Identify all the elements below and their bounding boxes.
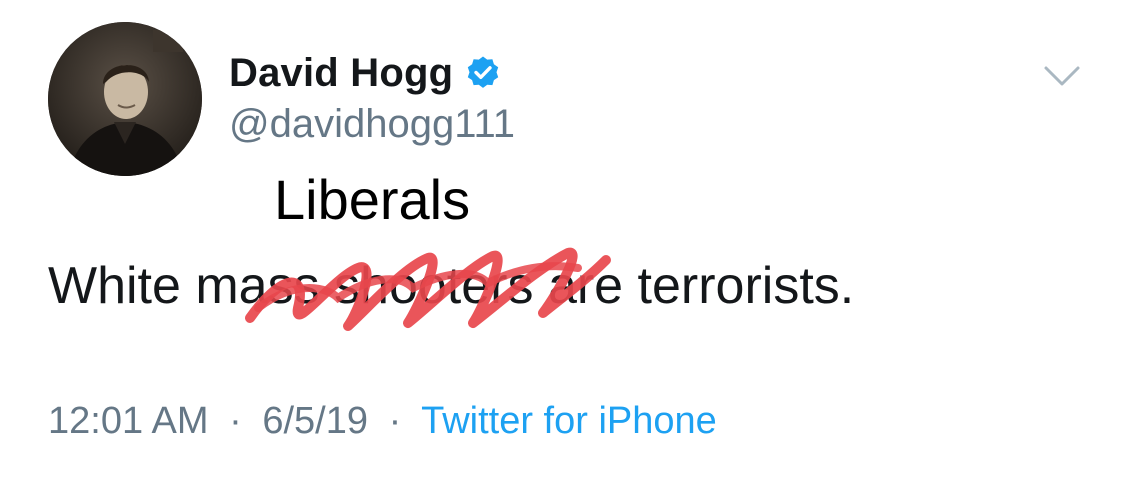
author-name[interactable]: David Hogg <box>229 51 453 96</box>
avatar[interactable] <box>48 22 202 176</box>
overlay-word: Liberals <box>274 168 471 231</box>
verified-badge-icon <box>465 55 501 91</box>
tweet-card: David Hogg @davidhogg111 Liberals White … <box>0 0 1125 489</box>
chevron-down-icon[interactable] <box>1042 62 1082 92</box>
meta-separator: · <box>229 400 242 442</box>
meta-separator: · <box>388 400 402 442</box>
tweet-date[interactable]: 6/5/19 <box>262 400 368 442</box>
tweet-time[interactable]: 12:01 AM <box>48 400 209 442</box>
tweet-text: White mass shooters are terrorists. <box>48 257 855 315</box>
author-name-row[interactable]: David Hogg <box>229 48 501 98</box>
avatar-photo <box>48 22 202 176</box>
tweet-meta: 12:01 AM · 6/5/19 · Twitter for iPhone <box>48 402 717 440</box>
tweet-source-link[interactable]: Twitter for iPhone <box>421 400 717 442</box>
author-handle[interactable]: @davidhogg111 <box>229 102 515 147</box>
